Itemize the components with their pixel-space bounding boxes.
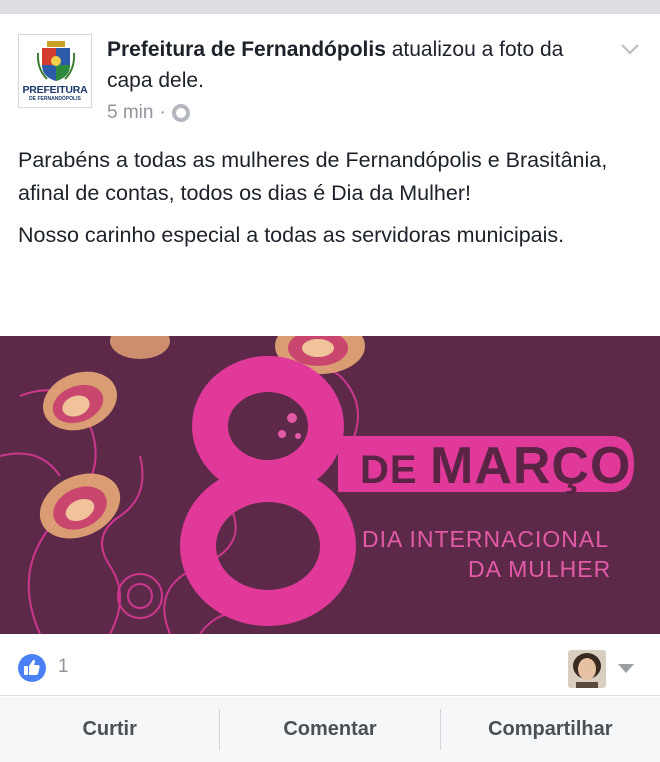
chevron-down-icon[interactable] [620,42,640,56]
feed-post: PREFEITURA DE FERNANDÓPOLIS Prefeitura d… [0,14,660,762]
post-paragraph: Parabéns a todas as mulheres de Fernandó… [18,148,608,205]
post-timestamp[interactable]: 5 min [107,102,153,124]
post-header: Prefeitura de Fernandópolis atualizou a … [107,34,587,96]
page-avatar[interactable]: PREFEITURA DE FERNANDÓPOLIS [18,34,92,108]
top-divider [0,0,660,14]
post-meta: 5 min · [107,102,190,124]
avatar-label-main: PREFEITURA [22,84,88,96]
avatar-label-sub: DE FERNANDÓPOLIS [29,96,81,102]
like-count: 1 [58,656,69,677]
reactions-dropdown-caret[interactable] [618,664,634,673]
cover-text-line1: DIA INTERNACIONAL [362,526,610,552]
cover-text-line2: DA MULHER [468,556,612,582]
cover-text-marco: MARÇO [430,437,632,495]
cover-text-de: DE [360,448,418,492]
thumbs-up-icon [18,654,46,682]
post-paragraph: Nosso carinho especial a todas as servid… [18,223,565,247]
post-actions: Curtir Comentar Compartilhar [0,697,660,762]
reactions-bar[interactable]: 1 [0,634,660,696]
page-name-link[interactable]: Prefeitura de Fernandópolis [107,38,386,61]
comment-button[interactable]: Comentar [220,697,439,762]
friend-avatar[interactable] [568,650,606,688]
share-button[interactable]: Compartilhar [441,697,660,762]
post-message: Parabéns a todas as mulheres de Fernandó… [18,144,648,261]
globe-icon [171,104,190,122]
like-button[interactable]: Curtir [0,697,219,762]
meta-separator: · [159,102,166,123]
cover-photo[interactable]: DE MARÇO DIA INTERNACIONAL DA MULHER [0,336,660,634]
crest-icon [37,41,75,81]
